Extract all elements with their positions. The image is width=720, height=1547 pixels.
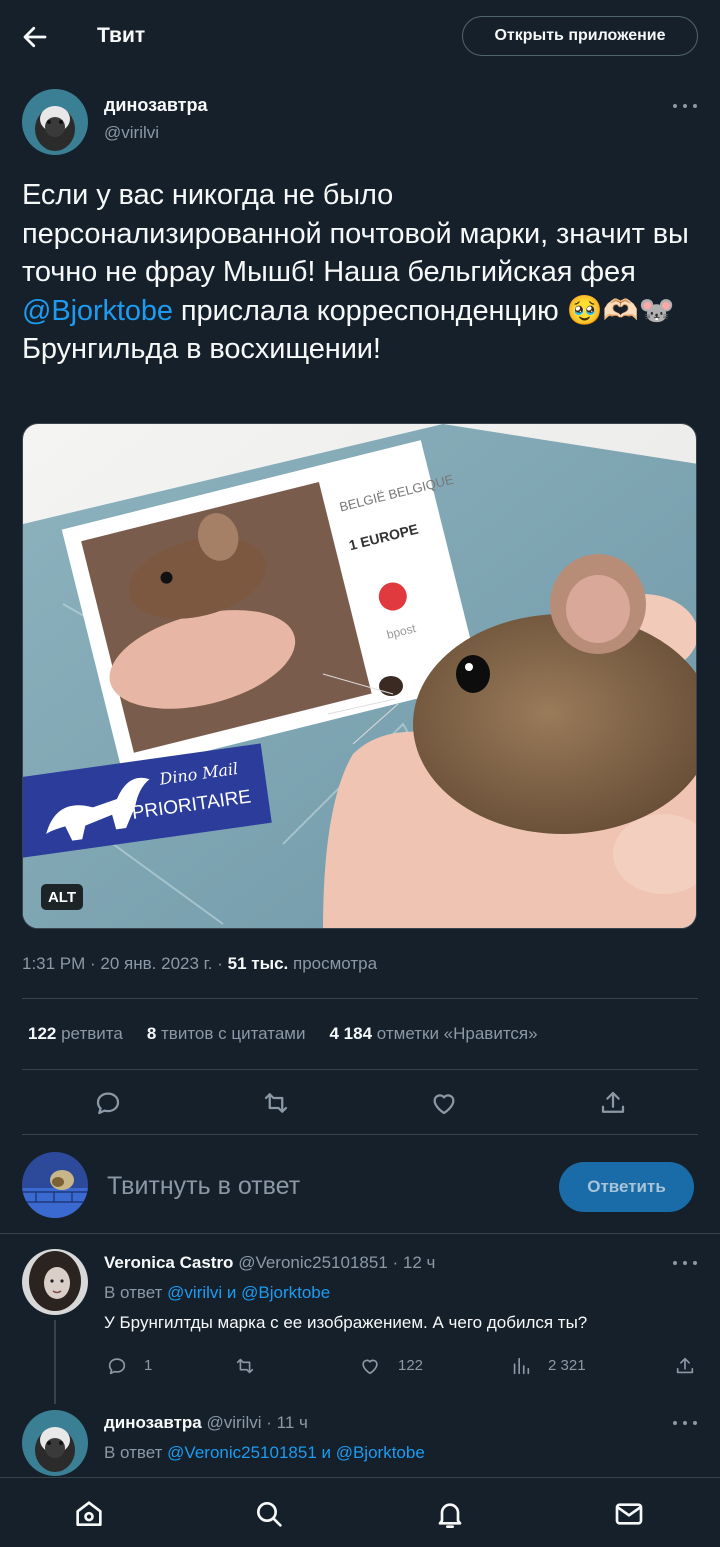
reply-author-name[interactable]: Veronica Castro (104, 1253, 233, 1272)
reply-prefix: В ответ (104, 1283, 168, 1302)
page-title: Твит (97, 24, 146, 47)
meta-separator: · (212, 954, 228, 973)
quotes-count: 8 (146, 1024, 157, 1043)
tweet-meta: 1:31 PM · 20 янв. 2023 г. · 51 тыс. прос… (22, 954, 377, 974)
search-icon[interactable] (253, 1498, 285, 1530)
reply-icon[interactable] (93, 1088, 123, 1118)
quotes-label: твитов с цитатами (156, 1024, 306, 1043)
likes-stat[interactable]: 4 184 отметки «Нравится» (330, 1024, 538, 1043)
share-icon[interactable] (674, 1355, 696, 1377)
reply-context: В ответ @virilvi и @Bjorktobe (104, 1283, 330, 1303)
reply-prefix: В ответ (104, 1443, 168, 1462)
tweet-photo[interactable]: BELGIË BELGIQUE 1 EUROPE bpost Dino Mail… (22, 423, 697, 929)
home-icon[interactable] (73, 1498, 105, 1530)
messages-icon[interactable] (613, 1498, 645, 1530)
retweet-icon[interactable] (234, 1355, 256, 1377)
reply-count: 1 (144, 1357, 153, 1374)
retweet-icon[interactable] (261, 1088, 291, 1118)
retweets-label: ретвита (56, 1024, 123, 1043)
views-icon[interactable] (510, 1355, 532, 1377)
open-app-button[interactable]: Открыть приложение (462, 16, 698, 56)
reply-time[interactable]: · 12 ч (393, 1253, 436, 1272)
bottom-navigation (0, 1477, 720, 1547)
top-bar: Твит Открыть приложение (0, 0, 720, 72)
reply-input[interactable]: Твитнуть в ответ (107, 1172, 300, 1201)
reply-header: Veronica Castro @Veronic25101851 · 12 ч (104, 1253, 435, 1273)
reply-avatar[interactable] (22, 1249, 88, 1315)
tweet-stats: 122 ретвита 8 твитов с цитатами 4 184 отме… (28, 1024, 538, 1044)
tweet-text: Если у вас никогда не было персонализиро… (22, 176, 698, 369)
like-icon[interactable] (359, 1355, 381, 1377)
like-icon[interactable] (429, 1088, 459, 1118)
reply-button[interactable]: Ответить (559, 1162, 694, 1212)
thread-line (54, 1320, 56, 1404)
more-icon[interactable] (673, 1418, 697, 1428)
reply-text: У Брунгилтды марка с ее изображением. А … (104, 1313, 588, 1332)
reply-author-handle[interactable]: @Veronic25101851 (238, 1253, 388, 1272)
divider (22, 1134, 698, 1135)
reply-author-name[interactable]: динозавтра (104, 1413, 202, 1432)
reply-context: В ответ @Veronic25101851 и @Bjorktobe (104, 1443, 425, 1463)
author-avatar[interactable] (22, 89, 88, 155)
retweets-count: 122 (28, 1024, 57, 1043)
tweet-date[interactable]: 20 янв. 2023 г. (100, 954, 212, 973)
tweet-text-part: Если у вас никогда не было персонализиро… (22, 179, 689, 288)
more-icon[interactable] (673, 1258, 697, 1268)
tweet-actions (0, 1088, 720, 1118)
retweets-stat[interactable]: 122 ретвита (28, 1024, 123, 1043)
more-icon[interactable] (673, 101, 697, 111)
reply-time[interactable]: · 11 ч (266, 1413, 308, 1432)
back-arrow-icon[interactable] (20, 22, 50, 52)
divider (22, 998, 698, 999)
author-handle[interactable]: @virilvi (104, 123, 159, 143)
my-avatar[interactable] (22, 1152, 88, 1218)
view-count: 2 321 (548, 1357, 586, 1374)
likes-label: отметки «Нравится» (372, 1024, 538, 1043)
reply-to-link[interactable]: @Veronic25101851 и @Bjorktobe (167, 1443, 425, 1462)
like-count: 122 (398, 1357, 424, 1374)
mention-link[interactable]: @Bjorktobe (22, 295, 173, 327)
author-name[interactable]: динозавтра (104, 95, 208, 116)
reply-to-link[interactable]: @virilvi и @Bjorktobe (167, 1283, 330, 1302)
reply-icon[interactable] (106, 1355, 128, 1377)
likes-count: 4 184 (329, 1024, 373, 1043)
divider (22, 1069, 698, 1070)
alt-badge[interactable]: ALT (41, 884, 83, 910)
reply-avatar[interactable] (22, 1410, 88, 1476)
reply-header: динозавтра @virilvi · 11 ч (104, 1413, 308, 1433)
share-icon[interactable] (598, 1088, 628, 1118)
quotes-stat[interactable]: 8 твитов с цитатами (147, 1024, 306, 1043)
views-count: 51 тыс. (227, 954, 289, 973)
tweet-time[interactable]: 1:31 PM (22, 954, 85, 973)
meta-separator: · (85, 954, 101, 973)
notifications-icon[interactable] (434, 1498, 466, 1530)
reply-author-handle[interactable]: @virilvi (206, 1413, 261, 1432)
divider (0, 1233, 720, 1234)
views-label: просмотра (288, 954, 378, 973)
